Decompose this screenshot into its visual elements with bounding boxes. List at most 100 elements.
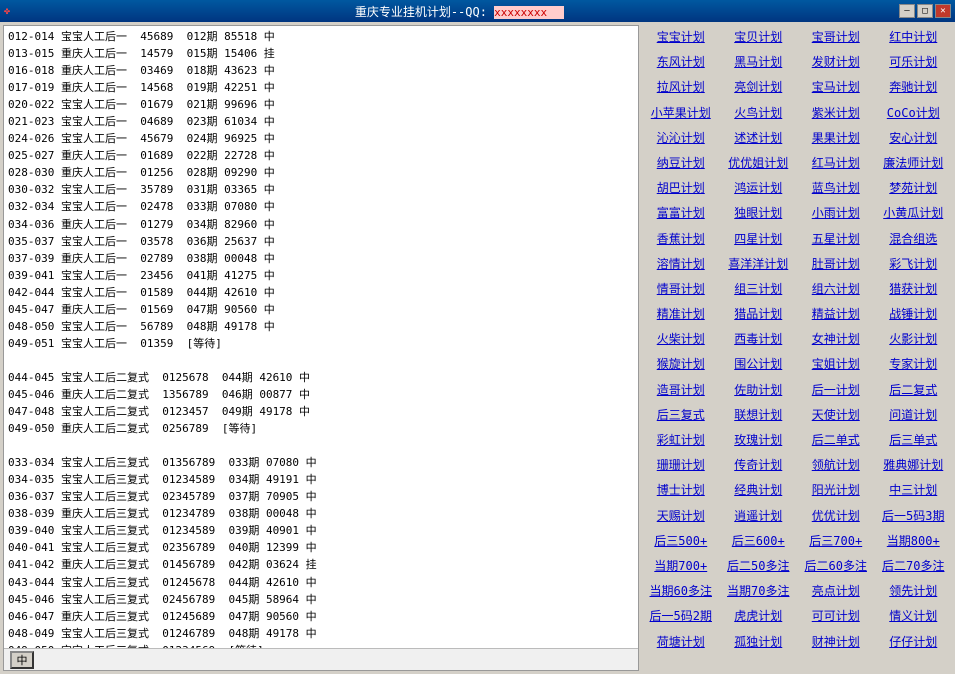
grid-item[interactable]: 亮点计划 [797,579,875,604]
grid-item[interactable]: 后三500+ [642,529,720,554]
grid-item[interactable]: 可乐计划 [875,50,953,75]
grid-item[interactable]: 纳豆计划 [642,151,720,176]
grid-item[interactable]: 宝马计划 [797,75,875,100]
grid-item[interactable]: 中三计划 [875,478,953,503]
grid-item[interactable]: 宝哥计划 [797,25,875,50]
grid-item[interactable]: 西毒计划 [720,327,798,352]
grid-item[interactable]: 当期700+ [642,554,720,579]
grid-item[interactable]: 后三单式 [875,428,953,453]
grid-item[interactable]: 火鸟计划 [720,101,798,126]
grid-item[interactable]: 紫米计划 [797,101,875,126]
grid-item[interactable]: 精益计划 [797,302,875,327]
grid-item[interactable]: 喜洋洋计划 [720,252,798,277]
grid-item[interactable]: 拉风计划 [642,75,720,100]
grid-item[interactable]: 溶情计划 [642,252,720,277]
grid-item[interactable]: 天赐计划 [642,504,720,529]
close-button[interactable]: ✕ [935,4,951,18]
grid-item[interactable]: 红马计划 [797,151,875,176]
grid-item[interactable]: 逍遥计划 [720,504,798,529]
grid-item[interactable]: 述述计划 [720,126,798,151]
grid-item[interactable]: 安心计划 [875,126,953,151]
grid-item[interactable]: 红中计划 [875,25,953,50]
grid-item[interactable]: 优优计划 [797,504,875,529]
grid-item[interactable]: 四星计划 [720,227,798,252]
grid-item[interactable]: 财神计划 [797,630,875,655]
grid-item[interactable]: 小雨计划 [797,201,875,226]
grid-item[interactable]: 蓝鸟计划 [797,176,875,201]
grid-item[interactable]: 彩虹计划 [642,428,720,453]
grid-item[interactable]: 黑马计划 [720,50,798,75]
qq-input[interactable] [494,6,564,19]
grid-item[interactable]: 宝贝计划 [720,25,798,50]
grid-item[interactable]: 火影计划 [875,327,953,352]
grid-item[interactable]: 香蕉计划 [642,227,720,252]
grid-item[interactable]: 猴旋计划 [642,352,720,377]
grid-item[interactable]: 女神计划 [797,327,875,352]
grid-item[interactable]: 玫瑰计划 [720,428,798,453]
grid-item[interactable]: 当期70多注 [720,579,798,604]
grid-item[interactable]: 专家计划 [875,352,953,377]
grid-item[interactable]: 后一5码3期 [875,504,953,529]
grid-item[interactable]: 彩飞计划 [875,252,953,277]
grid-item[interactable]: 战锤计划 [875,302,953,327]
grid-item[interactable]: 组六计划 [797,277,875,302]
grid-item[interactable]: 当期800+ [875,529,953,554]
grid-item[interactable]: 仔仔计划 [875,630,953,655]
grid-item[interactable]: 精准计划 [642,302,720,327]
grid-item[interactable]: 后三700+ [797,529,875,554]
grid-item[interactable]: CoCo计划 [875,101,953,126]
grid-item[interactable]: 亮剑计划 [720,75,798,100]
grid-item[interactable]: 传奇计划 [720,453,798,478]
minimize-button[interactable]: — [899,4,915,18]
grid-item[interactable]: 肚哥计划 [797,252,875,277]
grid-item[interactable]: 后二70多注 [875,554,953,579]
grid-item[interactable]: 宝姐计划 [797,352,875,377]
grid-item[interactable]: 沁沁计划 [642,126,720,151]
grid-item[interactable]: 奔驰计划 [875,75,953,100]
grid-item[interactable]: 领航计划 [797,453,875,478]
maximize-button[interactable]: □ [917,4,933,18]
grid-item[interactable]: 天使计划 [797,403,875,428]
grid-item[interactable]: 后二单式 [797,428,875,453]
grid-item[interactable]: 荷塘计划 [642,630,720,655]
grid-item[interactable]: 可可计划 [797,604,875,629]
grid-item[interactable]: 珊珊计划 [642,453,720,478]
grid-item[interactable]: 富富计划 [642,201,720,226]
grid-item[interactable]: 造哥计划 [642,378,720,403]
grid-item[interactable]: 情哥计划 [642,277,720,302]
grid-item[interactable]: 五星计划 [797,227,875,252]
grid-item[interactable]: 独眼计划 [720,201,798,226]
grid-item[interactable]: 围公计划 [720,352,798,377]
grid-item[interactable]: 小苹果计划 [642,101,720,126]
grid-item[interactable]: 领先计划 [875,579,953,604]
grid-item[interactable]: 果果计划 [797,126,875,151]
grid-item[interactable]: 问道计划 [875,403,953,428]
grid-item[interactable]: 火柴计划 [642,327,720,352]
grid-item[interactable]: 猎获计划 [875,277,953,302]
grid-item[interactable]: 当期60多注 [642,579,720,604]
grid-item[interactable]: 后一计划 [797,378,875,403]
grid-item[interactable]: 胡巴计划 [642,176,720,201]
grid-item[interactable]: 雅典娜计划 [875,453,953,478]
grid-item[interactable]: 宝宝计划 [642,25,720,50]
grid-item[interactable]: 后二50多注 [720,554,798,579]
grid-item[interactable]: 阳光计划 [797,478,875,503]
grid-item[interactable]: 鸿运计划 [720,176,798,201]
grid-item[interactable]: 优优姐计划 [720,151,798,176]
grid-item[interactable]: 猎品计划 [720,302,798,327]
grid-item[interactable]: 博士计划 [642,478,720,503]
grid-item[interactable]: 佐助计划 [720,378,798,403]
grid-item[interactable]: 经典计划 [720,478,798,503]
grid-item[interactable]: 后三600+ [720,529,798,554]
grid-item[interactable]: 组三计划 [720,277,798,302]
grid-item[interactable]: 梦苑计划 [875,176,953,201]
left-scroll-area[interactable]: 012-014 宝宝人工后一 45689 012期 85518 中 013-01… [4,26,638,648]
grid-item[interactable]: 小黄瓜计划 [875,201,953,226]
grid-item[interactable]: 后一5码2期 [642,604,720,629]
grid-item[interactable]: 廉法师计划 [875,151,953,176]
grid-item[interactable]: 后三复式 [642,403,720,428]
bottom-button[interactable]: 中 [10,651,34,669]
grid-item[interactable]: 联想计划 [720,403,798,428]
grid-item[interactable]: 虎虎计划 [720,604,798,629]
grid-item[interactable]: 发财计划 [797,50,875,75]
